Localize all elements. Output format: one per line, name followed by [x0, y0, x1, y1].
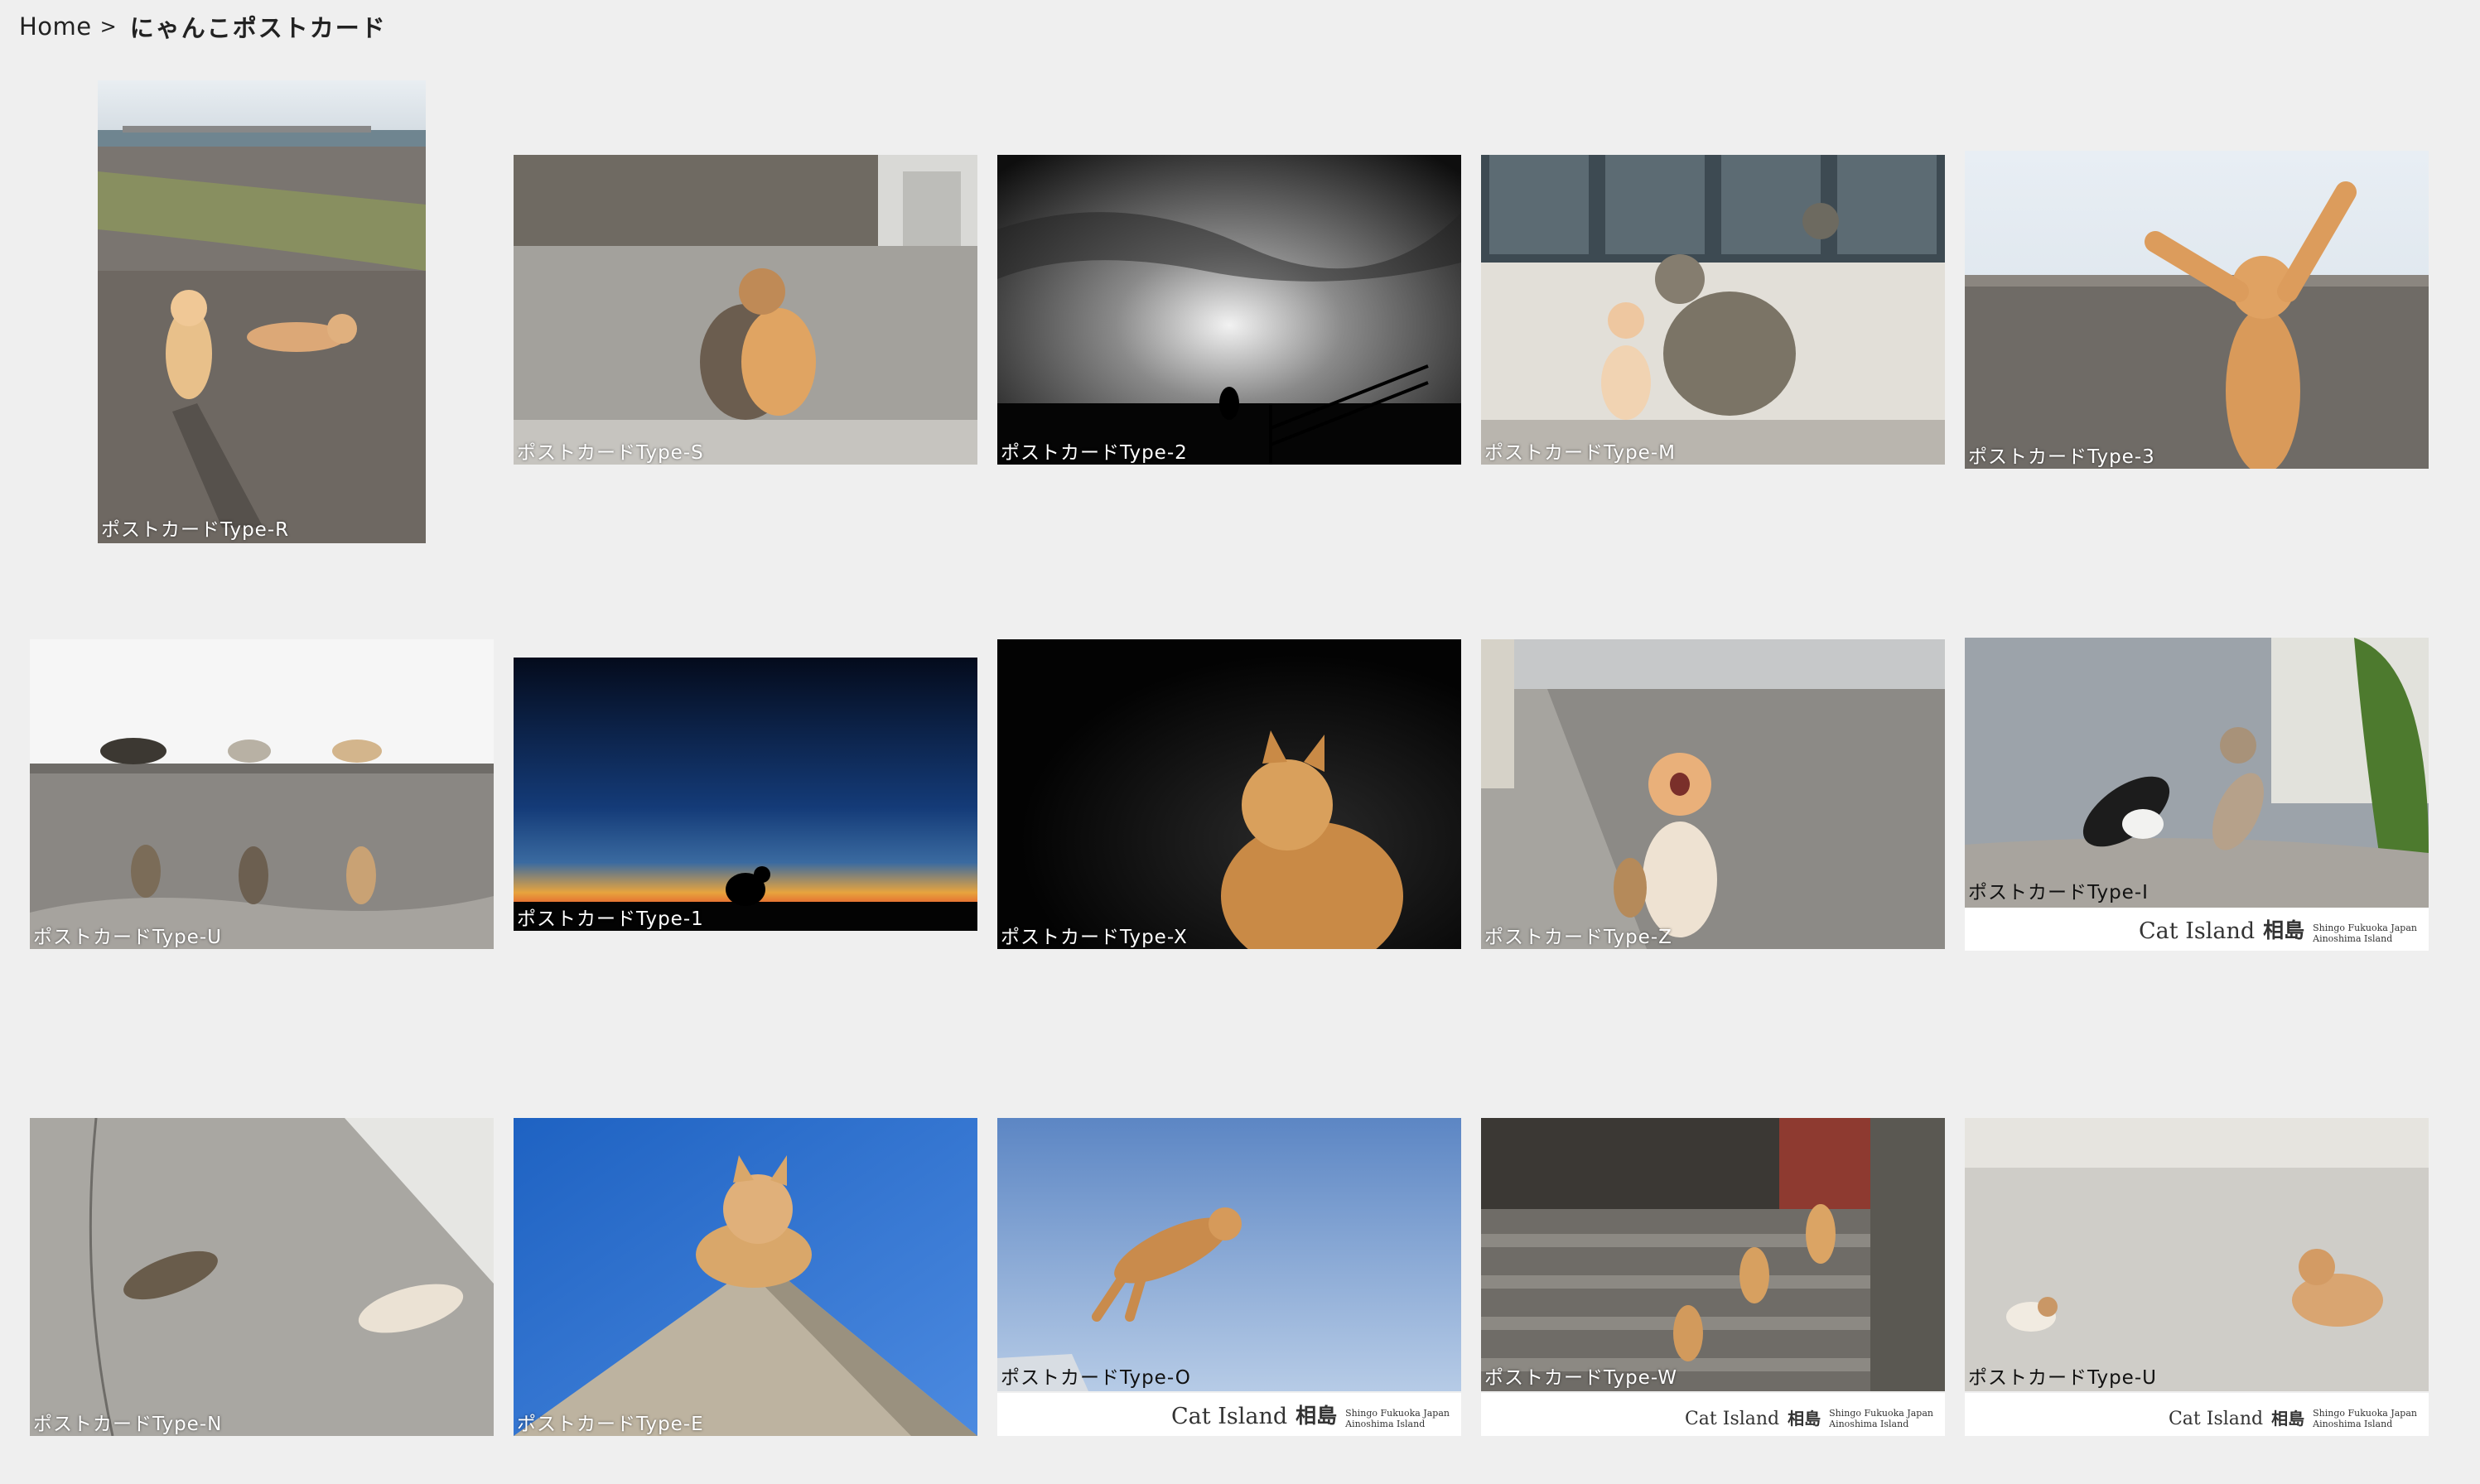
postcard-type-e-photo — [514, 1118, 977, 1436]
postcard-label: ポストカードType-3 — [1968, 446, 2155, 468]
breadcrumb: Home > にゃんこポストカード — [19, 8, 387, 45]
postcard-type-r-photo — [98, 80, 426, 543]
postcard-type-3[interactable]: ポストカードType-3 — [1965, 151, 2429, 469]
postcard-label: ポストカードType-1 — [517, 908, 704, 930]
cat-island-brand: Cat Island 相島 Shingo Fukuoka Japan Ainos… — [2168, 1408, 2417, 1429]
breadcrumb-separator: > — [99, 15, 117, 38]
breadcrumb-home-link[interactable]: Home — [19, 12, 92, 41]
postcard-label: ポストカードType-E — [517, 1414, 704, 1435]
postcard-type-2[interactable]: ポストカードType-2 — [997, 155, 1461, 465]
postcard-label: ポストカードType-M — [1484, 442, 1676, 464]
postcard-label: ポストカードType-W — [1484, 1367, 1677, 1389]
postcard-type-o[interactable]: ポストカードType-O Cat Island 相島 Shingo Fukuok… — [997, 1118, 1461, 1436]
postcard-type-m-photo — [1481, 155, 1945, 465]
postcard-type-r[interactable]: ポストカードType-R — [98, 80, 426, 543]
cat-island-brand: Cat Island 相島 Shingo Fukuoka Japan Ainos… — [1684, 1408, 1933, 1429]
postcard-label: ポストカードType-I — [1968, 882, 2149, 903]
postcard-type-n[interactable]: ポストカードType-N — [30, 1118, 494, 1436]
page: Home > にゃんこポストカード ポストカードType-R ポストカードTyp… — [0, 0, 2480, 1484]
cat-island-brand: Cat Island 相島 Shingo Fukuoka Japan Ainos… — [1171, 1404, 1450, 1429]
postcard-type-u-2[interactable]: ポストカードType-U Cat Island 相島 Shingo Fukuok… — [1965, 1118, 2429, 1436]
postcard-type-z-photo — [1481, 639, 1945, 949]
cat-island-brand: Cat Island 相島 Shingo Fukuoka Japan Ainos… — [2139, 918, 2417, 944]
postcard-footer: ポストカードType-I Cat Island 相島 Shingo Fukuok… — [1965, 882, 2429, 951]
postcard-label: ポストカードType-U — [33, 927, 222, 948]
postcard-label: ポストカードType-Z — [1484, 927, 1672, 948]
postcard-type-2-photo — [997, 155, 1461, 465]
breadcrumb-current: にゃんこポストカード — [129, 14, 387, 42]
postcard-label: ポストカードType-U — [1968, 1367, 2157, 1389]
postcard-label: ポストカードType-N — [33, 1414, 223, 1435]
postcard-type-w[interactable]: ポストカードType-W Cat Island 相島 Shingo Fukuok… — [1481, 1118, 1945, 1436]
postcard-label: ポストカードType-2 — [1001, 442, 1188, 464]
postcard-type-u[interactable]: ポストカードType-U — [30, 639, 494, 949]
postcard-type-x-photo — [997, 639, 1461, 949]
postcard-type-m[interactable]: ポストカードType-M — [1481, 155, 1945, 465]
postcard-type-i[interactable]: ポストカードType-I Cat Island 相島 Shingo Fukuok… — [1965, 638, 2429, 951]
postcard-type-s[interactable]: ポストカードType-S — [514, 155, 977, 465]
postcard-label: ポストカードType-O — [1001, 1367, 1191, 1389]
postcard-type-e[interactable]: ポストカードType-E — [514, 1118, 977, 1436]
postcard-type-n-photo — [30, 1118, 494, 1436]
postcard-label: ポストカードType-S — [517, 442, 704, 464]
postcard-type-1[interactable]: ポストカードType-1 — [514, 658, 977, 931]
postcard-type-s-photo — [514, 155, 977, 465]
postcard-type-u-photo — [30, 639, 494, 949]
postcard-type-1-photo — [514, 658, 977, 931]
postcard-type-z[interactable]: ポストカードType-Z — [1481, 639, 1945, 949]
postcard-type-3-photo — [1965, 151, 2429, 469]
postcard-footer: ポストカードType-O Cat Island 相島 Shingo Fukuok… — [997, 1367, 1461, 1436]
postcard-type-x[interactable]: ポストカードType-X — [997, 639, 1461, 949]
postcard-footer: ポストカードType-U Cat Island 相島 Shingo Fukuok… — [1965, 1367, 2429, 1436]
postcard-label: ポストカードType-X — [1001, 927, 1188, 948]
postcard-label: ポストカードType-R — [101, 519, 290, 541]
postcard-footer: ポストカードType-W Cat Island 相島 Shingo Fukuok… — [1481, 1367, 1945, 1436]
